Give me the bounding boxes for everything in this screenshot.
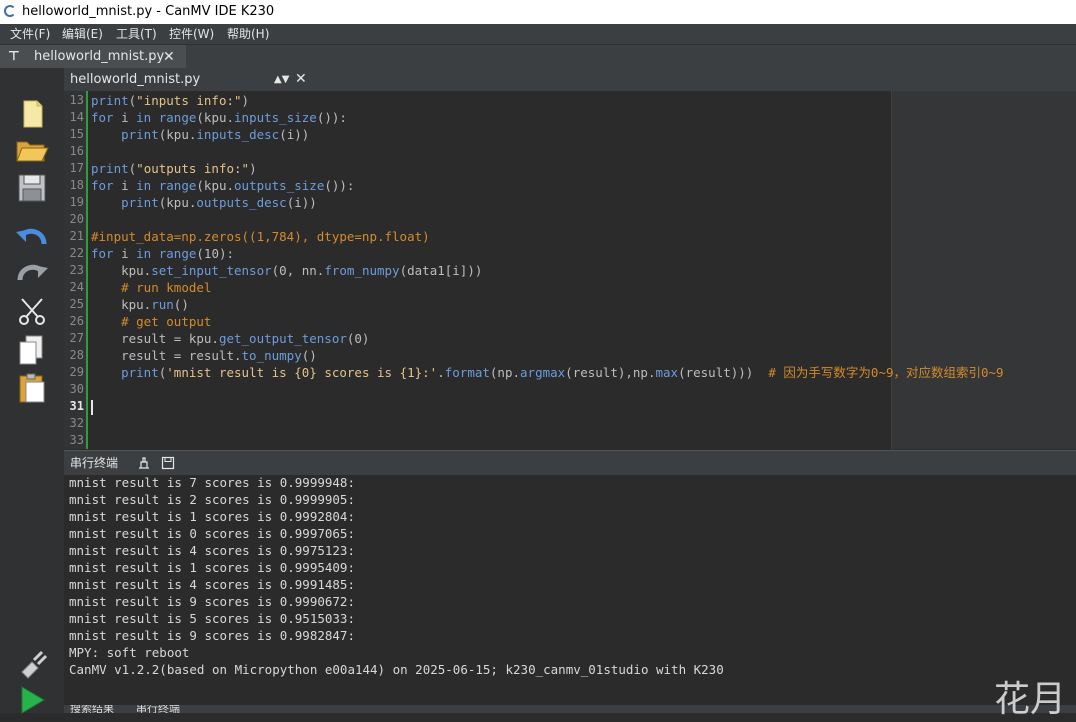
- terminal-line: mnist result is 4 scores is 0.9991485:: [69, 577, 355, 592]
- line-number: 25: [69, 297, 84, 311]
- line-number: 28: [69, 348, 84, 362]
- line-number: 19: [69, 195, 84, 209]
- bottom-tab-bar: 搜索结果 串行终端: [64, 705, 1076, 713]
- line-number: 15: [69, 127, 84, 141]
- code-line[interactable]: kpu.set_input_tensor(0, nn.from_numpy(da…: [91, 262, 482, 279]
- text-cursor: [91, 400, 93, 415]
- line-number: 33: [69, 433, 84, 447]
- frame-buffer-pane: [891, 91, 1076, 449]
- code-line[interactable]: # get output: [91, 313, 211, 330]
- redo-icon[interactable]: [14, 256, 50, 288]
- code-line[interactable]: print(kpu.inputs_desc(i)): [91, 126, 309, 143]
- tab-serial-terminal[interactable]: 串行终端: [136, 705, 180, 713]
- open-folder-icon[interactable]: [14, 134, 50, 166]
- code-line[interactable]: result = kpu.get_output_tensor(0): [91, 330, 369, 347]
- menu-file[interactable]: 文件(F): [10, 24, 50, 44]
- clear-terminal-icon[interactable]: [137, 456, 151, 470]
- tab-bar: ⊤ helloworld_mnist.py ✕: [0, 44, 1076, 69]
- terminal-line: mnist result is 2 scores is 0.9999905:: [69, 492, 355, 507]
- run-icon[interactable]: [14, 684, 50, 716]
- editor-filename: helloworld_mnist.py: [70, 72, 201, 87]
- code-line[interactable]: #input_data=np.zeros((1,784), dtype=np.f…: [91, 228, 430, 245]
- menu-widgets[interactable]: 控件(W): [169, 24, 214, 44]
- code-line[interactable]: print("inputs info:"): [91, 92, 249, 109]
- tab-close-icon[interactable]: ✕: [163, 45, 175, 69]
- menu-bar: 文件(F) 编辑(E) 工具(T) 控件(W) 帮助(H): [0, 24, 1076, 44]
- line-number: 26: [69, 314, 84, 328]
- line-number: 18: [69, 178, 84, 192]
- editor-header: helloworld_mnist.py ▲▼ ✕: [64, 68, 1076, 91]
- code-line[interactable]: for i in range(kpu.inputs_size()):: [91, 109, 347, 126]
- new-file-icon[interactable]: [14, 98, 50, 130]
- line-number: 24: [69, 280, 84, 294]
- cut-icon[interactable]: [14, 296, 50, 328]
- menu-help[interactable]: 帮助(H): [227, 24, 269, 44]
- menu-edit[interactable]: 编辑(E): [62, 24, 103, 44]
- tab-search-results[interactable]: 搜索结果: [70, 705, 114, 713]
- terminal-line: mnist result is 0 scores is 0.9997065:: [69, 526, 355, 541]
- line-number: 29: [69, 365, 84, 379]
- terminal-line: mnist result is 9 scores is 0.9982847:: [69, 628, 355, 643]
- code-line[interactable]: print("outputs info:"): [91, 160, 257, 177]
- save-icon[interactable]: [14, 172, 50, 204]
- terminal-line: mnist result is 1 scores is 0.9995409:: [69, 560, 355, 575]
- line-number: 13: [69, 93, 84, 107]
- connect-plug-icon[interactable]: [14, 648, 50, 680]
- window-title: helloworld_mnist.py - CanMV IDE K230: [22, 4, 275, 19]
- code-line[interactable]: kpu.run(): [91, 296, 189, 313]
- line-number: 16: [69, 144, 84, 158]
- tab-helloworld-mnist[interactable]: ⊤ helloworld_mnist.py ✕: [0, 45, 186, 69]
- line-number: 32: [69, 416, 84, 430]
- file-switch-icon[interactable]: ▲▼: [274, 68, 289, 91]
- app-icon: [4, 5, 16, 17]
- terminal-title: 串行终端: [70, 456, 119, 470]
- terminal-line: mnist result is 1 scores is 0.9992804:: [69, 509, 355, 524]
- code-line[interactable]: print('mnist result is {0} scores is {1}…: [91, 364, 1003, 381]
- left-toolbar: [0, 68, 64, 716]
- terminal-line: mnist result is 9 scores is 0.9990672:: [69, 594, 355, 609]
- menu-tools[interactable]: 工具(T): [116, 24, 157, 44]
- code-line[interactable]: print(kpu.outputs_desc(i)): [91, 194, 317, 211]
- watermark: 花月: [994, 679, 1067, 720]
- line-number: 23: [69, 263, 84, 277]
- terminal-line: mnist result is 4 scores is 0.9975123:: [69, 543, 355, 558]
- line-number: 17: [69, 161, 84, 175]
- line-number: 14: [69, 110, 84, 124]
- line-number: 31: [69, 399, 84, 413]
- code-line[interactable]: for i in range(kpu.outputs_size()):: [91, 177, 354, 194]
- terminal-line: MPY: soft reboot: [69, 645, 190, 660]
- copy-icon[interactable]: [14, 334, 50, 366]
- code-line[interactable]: # run kmodel: [91, 279, 211, 296]
- line-number: 22: [69, 246, 84, 260]
- code-line[interactable]: for i in range(10):: [91, 245, 234, 262]
- undo-icon[interactable]: [14, 220, 50, 252]
- paste-icon[interactable]: [14, 372, 50, 404]
- code-line[interactable]: result = result.to_numpy(): [91, 347, 317, 364]
- file-tab-icon: ⊤: [8, 49, 20, 64]
- editor-close-icon[interactable]: ✕: [295, 68, 307, 91]
- title-bar: helloworld_mnist.py - CanMV IDE K230: [0, 0, 1076, 24]
- terminal-line: mnist result is 5 scores is 0.9515033:: [69, 611, 355, 626]
- terminal-header: 串行终端: [64, 450, 1076, 475]
- line-number: 21: [69, 229, 84, 243]
- save-log-icon[interactable]: [161, 456, 175, 470]
- line-number: 30: [69, 382, 84, 396]
- tab-label: helloworld_mnist.py: [34, 49, 165, 64]
- line-number: 27: [69, 331, 84, 345]
- terminal-line: mnist result is 7 scores is 0.9999948:: [69, 475, 355, 490]
- terminal-line: CanMV v1.2.2(based on Micropython e00a14…: [69, 662, 724, 677]
- line-number: 20: [69, 212, 84, 226]
